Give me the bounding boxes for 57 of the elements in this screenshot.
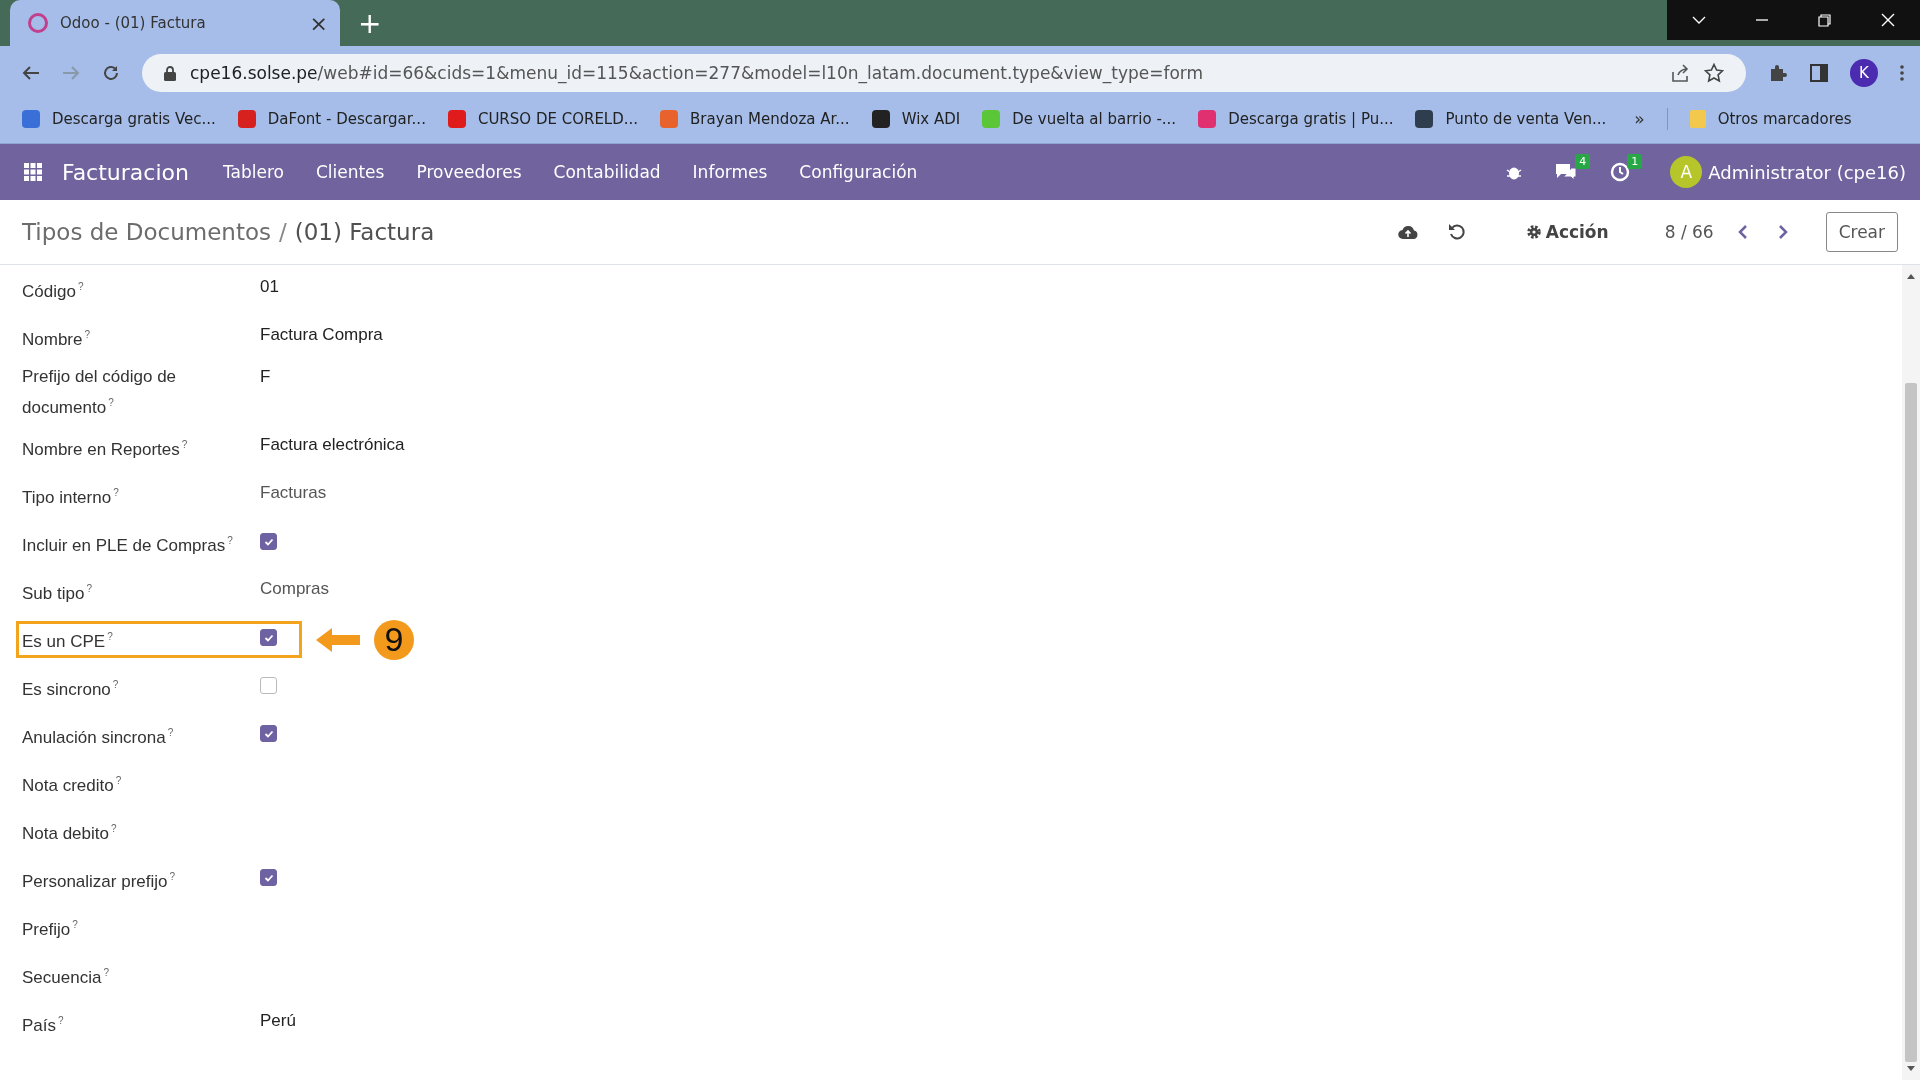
field-label: Es sincrono$^{?}$ [22,678,120,701]
breadcrumb-link[interactable]: Tipos de Documentos [22,219,271,245]
field-label: Secuencia$^{?}$ [22,966,110,989]
field-label: Nombre$^{?}$ [22,327,92,351]
field-label: Nota debito$^{?}$ [22,822,118,845]
field-value: Factura electrónica [260,434,405,457]
action-button[interactable]: Acción [1525,222,1609,242]
tab-title: Odoo - (01) Factura [60,14,207,32]
menu-item[interactable]: Configuración [799,162,918,182]
bookmark-folder[interactable]: Otros marcadores [1689,109,1852,128]
field-label: Nombre en Reportes$^{?}$ [22,438,189,461]
field-value: Facturas [260,482,327,505]
bookmark-item[interactable]: Wix ADI [871,109,961,128]
field-label: Es un CPE$^{?}$ [22,630,114,653]
menu-item[interactable]: Clientes [315,162,385,182]
bookmark-item[interactable]: Descarga gratis | Pu... [1198,109,1394,128]
field-label: Tipo interno$^{?}$ [22,486,120,509]
menu-item[interactable]: Informes [692,162,768,182]
menu-item[interactable]: Tablero [222,162,284,182]
new-tab-button[interactable]: + [358,7,382,40]
menu-item[interactable]: Contabilidad [553,162,661,182]
field-label: Incluir en PLE de Compras$^{?}$ [22,534,234,557]
app-name[interactable]: Facturacion [62,159,189,185]
bookmark-item[interactable]: Brayan Mendoza Ar... [660,109,850,128]
bookmark-item[interactable]: De vuelta al barrio -... [982,109,1177,128]
step-number: 9 [374,619,414,660]
field-label: Prefijo$^{?}$ [22,918,79,941]
count-badge: 1 [1627,154,1643,169]
pager-value[interactable]: 8 / 66 [1664,222,1714,242]
field-label: Sub tipo$^{?}$ [22,582,93,605]
close-icon[interactable]: × [309,10,328,36]
field-value: 01 [260,275,279,298]
field-value: Factura Compra [260,323,383,346]
user-avatar: A [1670,156,1703,188]
field-label: Personalizar prefijo$^{?}$ [22,870,177,893]
address-field[interactable]: cpe16.solse.pe/web#id=66&cids=1&menu_id=115&action=277&model=l10n_latam.document.type&view_type=form [142,54,1746,92]
breadcrumb-separator: / [278,219,287,245]
field-label: Código$^{?}$ [22,279,85,303]
field-value: Compras [260,578,329,601]
bookmark-item[interactable]: DaFont - Descargar... [237,109,426,128]
browser-tab[interactable]: Odoo - (01) Factura × [10,0,340,46]
more-bookmarks-button[interactable]: » [1634,108,1645,129]
field-label: Nota credito$^{?}$ [22,774,123,797]
count-badge: 4 [1575,154,1591,169]
profile-avatar[interactable]: K [1850,59,1878,87]
bookmark-item[interactable]: Punto de venta Ven... [1415,109,1607,128]
field-label: País$^{?}$ [22,1014,65,1037]
breadcrumb-current: (01) Factura [294,219,435,245]
field-label: Prefijo del código de documento$^{?}$ [22,366,178,419]
user-menu[interactable]: A Administrator (cpe16) [1670,156,1906,188]
field-label: Anulación sincrona$^{?}$ [22,726,175,749]
create-button[interactable]: Crear [1825,212,1898,252]
menu-item[interactable]: Proveedores [416,162,522,182]
field-value: F [260,366,271,388]
bookmark-item[interactable]: CURSO DE CORELD... [447,109,639,128]
field-value: Perú [260,1010,296,1033]
bookmark-item[interactable]: Descarga gratis Vec... [22,109,216,128]
